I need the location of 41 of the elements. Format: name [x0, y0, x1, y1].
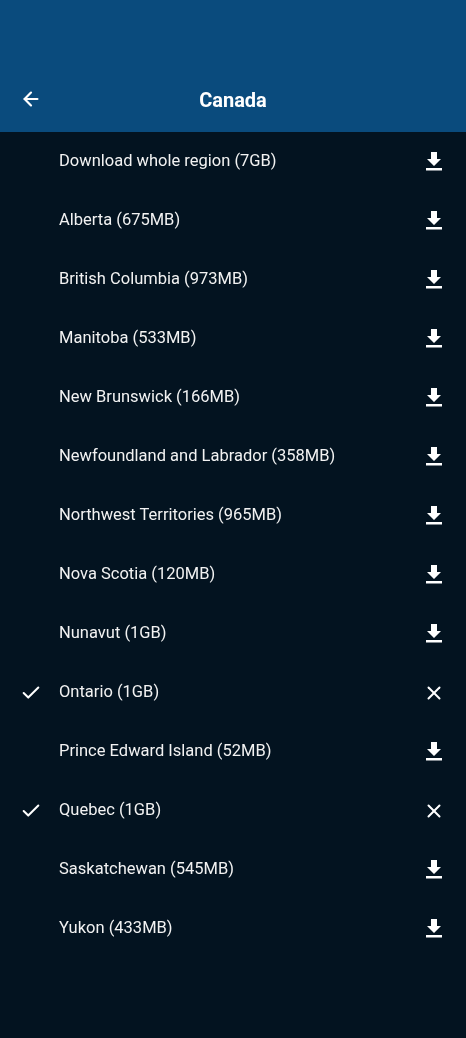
region-name: Manitoba (533MB) [59, 327, 198, 350]
region-name: Download whole region (7GB) [59, 150, 278, 173]
download-icon [426, 388, 442, 407]
download-icon [426, 506, 442, 525]
download-icon [426, 211, 442, 230]
region-name: Nova Scotia (120MB) [59, 563, 217, 586]
region-item[interactable]: New Brunswick (166MB) [0, 368, 466, 427]
page-title: Canada [199, 87, 267, 113]
region-item[interactable]: Northwest Territories (965MB) [0, 486, 466, 545]
download-icon [426, 624, 442, 643]
region-name: Newfoundland and Labrador (358MB) [59, 445, 337, 468]
region-item[interactable]: Nunavut (1GB) [0, 604, 466, 663]
region-item[interactable]: Saskatchewan (545MB) [0, 840, 466, 899]
download-icon [426, 447, 442, 466]
region-name: New Brunswick (166MB) [59, 386, 241, 409]
region-item[interactable]: Yukon (433MB) [0, 899, 466, 958]
region-name: Yukon (433MB) [59, 917, 174, 940]
region-name: Saskatchewan (545MB) [59, 858, 235, 881]
region-name: Quebec (1GB) [59, 799, 163, 822]
region-item[interactable]: Quebec (1GB) [0, 781, 466, 840]
download-icon [426, 565, 442, 584]
region-item[interactable]: Download whole region (7GB) [0, 132, 466, 191]
region-name: Nunavut (1GB) [59, 622, 168, 645]
download-icon [426, 270, 442, 289]
region-name: Prince Edward Island (52MB) [59, 740, 273, 763]
download-icon [426, 329, 442, 348]
region-item[interactable]: Alberta (675MB) [0, 191, 466, 250]
region-name: Northwest Territories (965MB) [59, 504, 283, 527]
download-icon [426, 742, 442, 761]
download-icon [426, 919, 442, 938]
region-item[interactable]: Nova Scotia (120MB) [0, 545, 466, 604]
region-name: Alberta (675MB) [59, 209, 182, 232]
region-name: Ontario (1GB) [59, 681, 161, 704]
region-item[interactable]: Prince Edward Island (52MB) [0, 722, 466, 781]
region-item[interactable]: Newfoundland and Labrador (358MB) [0, 427, 466, 486]
region-item[interactable]: Ontario (1GB) [0, 663, 466, 722]
download-icon [426, 152, 442, 171]
region-name: British Columbia (973MB) [59, 268, 249, 291]
download-icon [426, 860, 442, 879]
region-item[interactable]: British Columbia (973MB) [0, 250, 466, 309]
region-item[interactable]: Manitoba (533MB) [0, 309, 466, 368]
